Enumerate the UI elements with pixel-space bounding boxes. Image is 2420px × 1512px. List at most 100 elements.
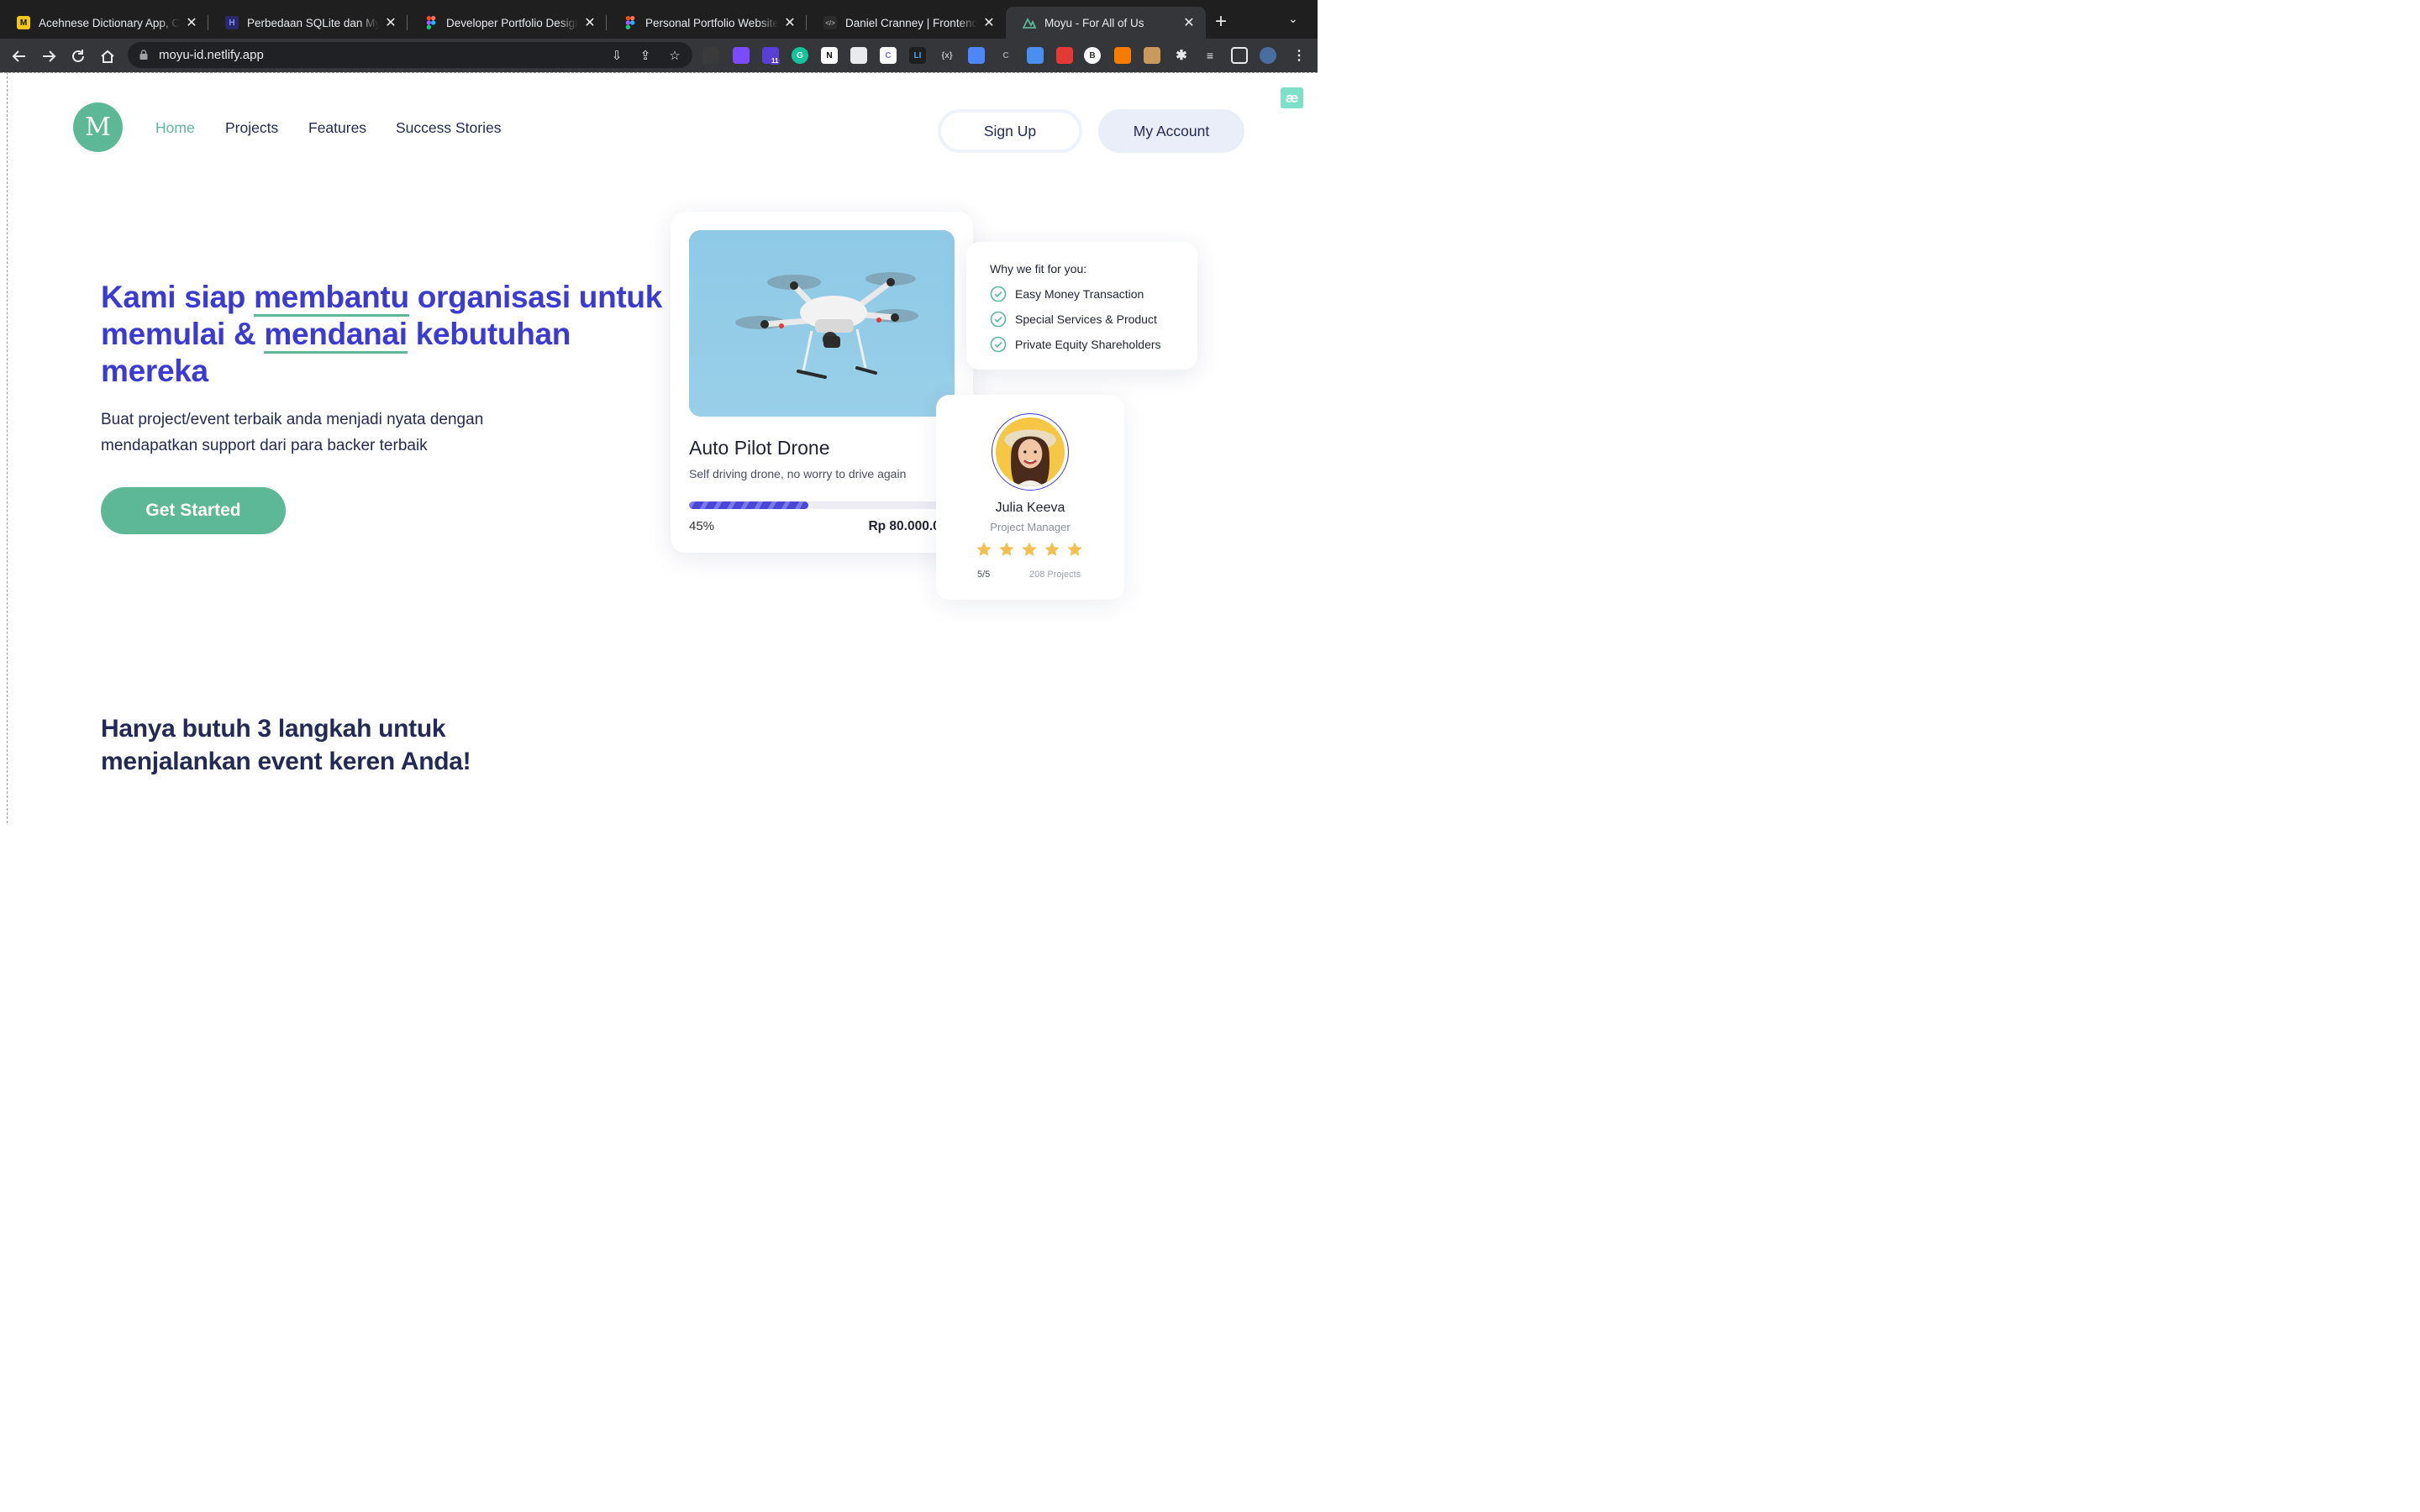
- home-icon[interactable]: [97, 45, 118, 67]
- extension-badge: 11: [770, 57, 781, 65]
- address-bar[interactable]: moyu-id.netlify.app ⇩ ⇪ ☆: [128, 42, 692, 68]
- profile-name: Julia Keeva: [995, 501, 1065, 515]
- my-account-button[interactable]: My Account: [1098, 109, 1244, 153]
- profile-b-icon[interactable]: B: [1084, 47, 1101, 64]
- tab-search-chevron-icon[interactable]: ⌄: [1288, 12, 1298, 26]
- json-icon[interactable]: {x}: [939, 47, 955, 64]
- steps-section-title: Hanya butuh 3 langkah untuk menjalankan …: [101, 715, 471, 775]
- funding-progress-fill: [689, 501, 809, 509]
- star-icon: [999, 542, 1014, 556]
- close-icon[interactable]: ✕: [384, 14, 397, 31]
- fit-item: Easy Money Transaction: [990, 285, 1144, 303]
- grammarly-icon[interactable]: G: [792, 47, 808, 64]
- new-tab-icon[interactable]: +: [1215, 12, 1227, 32]
- lighthouse-icon[interactable]: LI: [909, 47, 926, 64]
- code-icon: </>: [823, 16, 837, 29]
- avatar: [992, 413, 1069, 491]
- hero-title: Kami siap membantu organisasi untuk memu…: [101, 279, 672, 390]
- funding-progress-bar: [689, 501, 955, 509]
- extension-icon[interactable]: [733, 47, 750, 64]
- page-border-left: [7, 72, 8, 823]
- side-panel-icon[interactable]: [1231, 47, 1248, 64]
- tab-title: Daniel Cranney | Frontend D: [845, 16, 977, 29]
- nav-projects[interactable]: Projects: [225, 119, 278, 137]
- hero-title-highlight: mendanai: [264, 317, 408, 354]
- fit-item: Special Services & Product: [990, 310, 1157, 328]
- avatar[interactable]: [1260, 47, 1276, 64]
- ae-extension-badge[interactable]: æ: [1281, 87, 1303, 108]
- star-icon: [1022, 542, 1037, 556]
- forward-icon[interactable]: [38, 45, 60, 67]
- install-app-icon[interactable]: ⇩: [608, 47, 625, 64]
- hero-title-text: Kami siap: [101, 280, 255, 314]
- project-description: Self driving drone, no worry to drive ag…: [689, 467, 907, 480]
- extension-icon[interactable]: [1144, 47, 1160, 64]
- figma-icon: [623, 16, 637, 29]
- browser-tab[interactable]: M Acehnese Dictionary App, C ✕: [0, 7, 208, 39]
- profile-projects-count: 208 Projects: [1029, 570, 1081, 580]
- nav-home[interactable]: Home: [155, 119, 195, 137]
- tab-title: Acehnese Dictionary App, C: [39, 16, 180, 29]
- media-icon[interactable]: ≡: [1202, 47, 1218, 64]
- project-title: Auto Pilot Drone: [689, 437, 830, 459]
- extension-icon[interactable]: [702, 47, 719, 64]
- nav-success-stories[interactable]: Success Stories: [396, 119, 501, 137]
- clickup-icon[interactable]: C: [880, 47, 897, 64]
- check-circle-icon: [990, 336, 1007, 353]
- profile-rating: 5/5: [977, 570, 991, 580]
- browser-tab[interactable]: Personal Portfolio Website ✕: [607, 7, 807, 39]
- rss-icon[interactable]: [1114, 47, 1131, 64]
- check-circle-icon: [990, 311, 1007, 328]
- back-icon[interactable]: [8, 45, 30, 67]
- star-icon: [1067, 542, 1082, 556]
- tab-title: Moyu - For All of Us: [1044, 16, 1144, 29]
- tab-title: Developer Portfolio Design: [446, 16, 578, 29]
- close-icon[interactable]: ✕: [783, 14, 797, 31]
- hero-subtitle: Buat project/event terbaik anda menjadi …: [101, 411, 484, 454]
- star-icon: [976, 542, 992, 556]
- browser-tab[interactable]: H Perbedaan SQLite dan MyS ✕: [208, 7, 408, 39]
- browser-tab-active[interactable]: Moyu - For All of Us ✕: [1006, 7, 1206, 39]
- why-fit-title: Why we fit for you:: [990, 262, 1087, 276]
- lock-icon: [139, 50, 148, 60]
- extension-icon[interactable]: [968, 47, 985, 64]
- url-text[interactable]: moyu-id.netlify.app: [159, 48, 264, 62]
- puzzle-icon[interactable]: ✱: [1173, 47, 1190, 64]
- star-icon: [1044, 542, 1060, 556]
- fit-item-label: Private Equity Shareholders: [1015, 338, 1161, 351]
- extension-icon[interactable]: [1027, 47, 1044, 64]
- page-border-top: [0, 72, 1318, 73]
- nav-features[interactable]: Features: [308, 119, 366, 137]
- browser-toolbar: moyu-id.netlify.app ⇩ ⇪ ☆ 11 G N C LI {x…: [0, 39, 1318, 72]
- sign-up-button[interactable]: Sign Up: [938, 109, 1082, 153]
- tab-title: Perbedaan SQLite dan MyS: [247, 16, 379, 29]
- browser-tab[interactable]: Developer Portfolio Design ✕: [408, 7, 607, 39]
- share-icon[interactable]: ⇪: [637, 47, 654, 64]
- profile-card: Julia Keeva Project Manager 5/5 208 Proj…: [936, 395, 1124, 600]
- kebab-menu-icon[interactable]: ⋮: [1291, 47, 1307, 64]
- site-logo[interactable]: M: [73, 102, 123, 152]
- figma-icon: [424, 16, 438, 29]
- fit-item-label: Special Services & Product: [1015, 312, 1157, 326]
- hero-title-highlight: membantu: [254, 280, 409, 317]
- extension-icon[interactable]: [1056, 47, 1073, 64]
- browser-tab[interactable]: </> Daniel Cranney | Frontend D ✕: [807, 7, 1006, 39]
- get-started-button[interactable]: Get Started: [101, 487, 286, 534]
- close-icon[interactable]: ✕: [1182, 14, 1196, 31]
- notion-icon[interactable]: N: [821, 47, 838, 64]
- fit-item: Private Equity Shareholders: [990, 335, 1161, 354]
- fit-item-label: Easy Money Transaction: [1015, 287, 1144, 301]
- close-icon[interactable]: ✕: [982, 14, 996, 31]
- bookmark-star-icon[interactable]: ☆: [666, 47, 683, 64]
- m-icon: M: [17, 16, 30, 29]
- close-icon[interactable]: ✕: [185, 14, 198, 31]
- project-card[interactable]: Auto Pilot Drone Self driving drone, no …: [671, 212, 973, 553]
- why-fit-card: Why we fit for you: Easy Money Transacti…: [966, 242, 1197, 370]
- reload-icon[interactable]: [67, 45, 89, 67]
- netlify-icon: [1023, 16, 1036, 29]
- extension-icon[interactable]: C: [997, 47, 1014, 64]
- h-icon: H: [225, 16, 239, 29]
- extension-icon[interactable]: 11: [762, 47, 781, 65]
- extension-icon[interactable]: [850, 47, 867, 64]
- close-icon[interactable]: ✕: [583, 14, 597, 31]
